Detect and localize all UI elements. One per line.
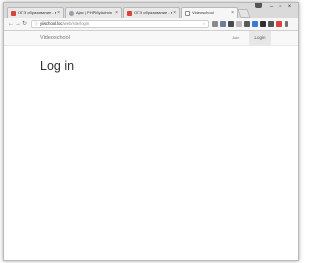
brand-link[interactable]: Videoschool xyxy=(40,31,70,45)
url-host: yiischool.loc xyxy=(40,21,63,26)
forward-icon[interactable]: → xyxy=(15,20,21,28)
extension-icon[interactable] xyxy=(244,21,250,27)
extension-icon[interactable] xyxy=(236,21,242,27)
window-controls: – ▫ × xyxy=(267,4,294,10)
tab-ajax[interactable]: Ajax | PHPMyAdmin × xyxy=(65,7,122,18)
youtube-favicon-icon xyxy=(127,11,132,16)
tab-title: Ajax | PHPMyAdmin xyxy=(76,10,112,15)
new-tab-button[interactable] xyxy=(237,9,251,18)
browser-toolbar: ← → ↻ ⓘ yiischool.loc/web/site/login ☆ xyxy=(4,18,298,31)
extension-icon[interactable] xyxy=(220,21,226,27)
tab-ogeh-1[interactable]: ОГЭ образование - видео × xyxy=(7,7,64,18)
tab-close-icon[interactable]: × xyxy=(173,8,176,18)
back-icon[interactable]: ← xyxy=(8,20,14,28)
maximize-button[interactable]: ▫ xyxy=(276,4,285,10)
close-window-button[interactable]: × xyxy=(285,4,294,10)
extension-icon[interactable] xyxy=(276,21,282,27)
tab-close-icon[interactable]: × xyxy=(231,8,234,18)
extension-icon[interactable] xyxy=(228,21,234,27)
shield-icon[interactable] xyxy=(260,21,266,27)
site-info-icon[interactable]: ⓘ xyxy=(34,21,38,27)
bookmark-star-icon[interactable]: ☆ xyxy=(202,21,206,27)
browser-window: ОГЭ образование - видео × Ajax | PHPMyAd… xyxy=(3,2,299,261)
address-url: yiischool.loc/web/site/login xyxy=(40,21,89,27)
page-favicon-icon xyxy=(69,11,74,16)
tab-title: ОГЭ образование - видео xyxy=(134,10,172,15)
url-path: /web/site/login xyxy=(62,21,90,26)
translate-icon[interactable] xyxy=(212,21,218,27)
tab-videoschool[interactable]: Videoschool × xyxy=(181,7,238,18)
extension-icon[interactable] xyxy=(252,21,258,27)
address-bar[interactable]: ⓘ yiischool.loc/web/site/login ☆ xyxy=(31,20,209,28)
nav-login-link[interactable]: Login xyxy=(249,31,271,45)
nav-join-link[interactable]: Join xyxy=(232,31,239,45)
document-favicon-icon xyxy=(185,11,190,16)
menu-icon[interactable] xyxy=(285,21,288,27)
tab-title: ОГЭ образование - видео xyxy=(18,10,56,15)
minimize-button[interactable]: – xyxy=(267,4,276,10)
tab-ogeh-2[interactable]: ОГЭ образование - видео × xyxy=(123,7,180,18)
reload-icon[interactable]: ↻ xyxy=(22,20,27,28)
tab-title: Videoschool xyxy=(192,10,214,15)
site-navbar: Videoschool Join Login xyxy=(4,31,298,46)
tab-close-icon[interactable]: × xyxy=(115,8,118,18)
profile-icon[interactable] xyxy=(255,3,262,8)
page-title: Log in xyxy=(40,59,75,73)
tab-strip: ОГЭ образование - видео × Ajax | PHPMyAd… xyxy=(4,3,298,18)
youtube-favicon-icon xyxy=(11,11,16,16)
tab-close-icon[interactable]: × xyxy=(57,8,60,18)
extension-icon[interactable] xyxy=(268,21,274,27)
